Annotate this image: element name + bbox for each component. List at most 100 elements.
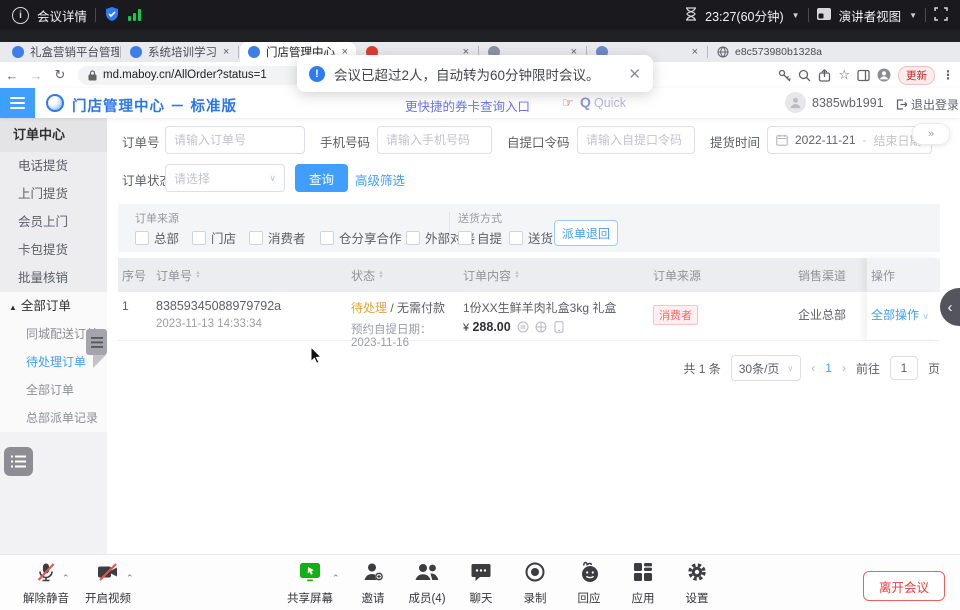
logout-icon (896, 99, 907, 110)
back-icon[interactable]: ← (0, 68, 24, 83)
share-options-caret[interactable]: ⌃ (332, 573, 340, 584)
cell-action[interactable]: 全部操作 ∨ (867, 292, 940, 340)
tab-separator (120, 46, 121, 58)
logout-button[interactable]: 退出登录 (896, 96, 959, 113)
quick-label[interactable]: Quick (594, 96, 626, 110)
user-avatar[interactable] (785, 92, 806, 113)
sort-icon[interactable]: ▲▼ (195, 271, 201, 279)
checkbox-label: 门店 (211, 228, 236, 247)
col-status[interactable]: 状态▲▼ (347, 267, 459, 284)
share-screen-button[interactable]: 共享屏幕 (282, 561, 338, 606)
chat-button[interactable]: 聊天 (453, 561, 509, 606)
mic-options-caret[interactable]: ⌃ (62, 573, 70, 584)
sidebar-group-all-orders[interactable]: ▲全部订单 (0, 292, 107, 320)
reactions-button[interactable]: 回应 (561, 561, 617, 606)
profile-icon[interactable] (877, 68, 891, 82)
toast-message: 会议已超过2人，自动转为60分钟限时会议。 (334, 64, 600, 84)
pickup-code-input[interactable] (577, 126, 695, 154)
sidebar-drag-handle[interactable] (86, 329, 107, 355)
sidebar-sub-hq-dispatch[interactable]: 总部派单记录 (0, 404, 107, 432)
timer-caret-icon[interactable]: ▼ (792, 11, 800, 20)
advanced-filter-link[interactable]: 高级筛选 (355, 170, 405, 189)
sidebar-sub-all-orders[interactable]: 全部订单 (0, 376, 107, 404)
video-options-caret[interactable]: ⌃ (126, 573, 134, 584)
col-label: 订单内容 (463, 267, 511, 284)
prev-page-icon[interactable]: ‹ (811, 361, 815, 375)
collapse-triangle-icon: ▲ (9, 303, 17, 312)
floating-list-button[interactable] (4, 447, 33, 476)
sidebar-item-door-pickup[interactable]: 上门提货 (0, 180, 107, 208)
browser-menu-icon[interactable]: ⋮ (942, 68, 954, 82)
browser-tab-1[interactable]: 礼盒营销平台管理中心 × (4, 42, 119, 62)
date-separator: - (863, 133, 867, 147)
password-key-icon[interactable] (778, 69, 791, 82)
checkbox-self-pickup[interactable]: 自提 (458, 228, 502, 247)
search-button[interactable]: 查询 (295, 164, 348, 192)
toast-close-icon[interactable]: ✕ (628, 65, 641, 83)
collapse-filters-button[interactable]: » (912, 123, 950, 145)
sort-icon[interactable]: ▲▼ (378, 271, 384, 279)
browser-tab-2[interactable]: 系统培训学习 × (122, 42, 236, 62)
order-status-select[interactable]: 请选择 ∨ (165, 164, 285, 192)
table-row[interactable]: 1 83859345088979792a 2023-11-13 14:33:34… (118, 292, 940, 341)
goto-page-input[interactable] (890, 356, 918, 380)
col-action: 操作 (867, 258, 940, 292)
invite-button[interactable]: 邀请 (345, 561, 401, 606)
order-no-input[interactable] (165, 126, 305, 154)
share-icon[interactable] (818, 69, 831, 82)
sidebar-item-batch-verify[interactable]: 批量核销 (0, 264, 107, 292)
checkbox-label: 仓分享合作 (339, 228, 402, 247)
meeting-info-icon[interactable]: i (12, 7, 29, 24)
menu-hamburger-button[interactable] (0, 88, 35, 118)
bookmark-star-icon[interactable]: ☆ (838, 67, 850, 83)
phone-input[interactable] (377, 126, 492, 154)
sidebar-item-phone-pickup[interactable]: 电话提货 (0, 152, 107, 180)
action-dropdown-label: 全部操作 (871, 308, 919, 322)
checkbox-consumer[interactable]: 消费者 (249, 228, 306, 247)
record-button[interactable]: 录制 (507, 561, 563, 606)
apps-button[interactable]: 应用 (615, 561, 671, 606)
meeting-details-label[interactable]: 会议详情 (37, 6, 87, 25)
fullscreen-icon[interactable] (934, 7, 948, 24)
checkbox-delivery[interactable]: 送货 (509, 228, 553, 247)
goto-label: 前往 (856, 360, 880, 377)
chat-icon (470, 561, 492, 586)
tab-close-icon[interactable]: × (223, 46, 229, 58)
members-icon (414, 561, 440, 586)
sidebar-section-order-center[interactable]: 订单中心 (0, 118, 107, 152)
checkbox-hq[interactable]: 总部 (135, 228, 179, 247)
sort-icon[interactable]: ▲▼ (514, 271, 520, 279)
members-button[interactable]: 成员(4) (399, 561, 455, 606)
view-caret-icon[interactable]: ▼ (909, 11, 917, 20)
chrome-update-chip[interactable]: 更新 (898, 66, 935, 85)
panel-collapse-tab[interactable]: ‹ (940, 288, 960, 326)
leave-meeting-button[interactable]: 离开会议 (863, 571, 945, 601)
dispatch-return-button[interactable]: 派单退回 (554, 220, 618, 246)
tab-title: 礼盒营销平台管理中心 (30, 44, 119, 60)
col-channel: 销售渠道 (794, 267, 867, 284)
side-panel-icon[interactable] (857, 69, 870, 82)
quick-q-label[interactable]: Q (580, 94, 591, 110)
reload-icon[interactable]: ↻ (48, 67, 72, 83)
tab-favicon (248, 46, 260, 58)
security-shield-icon[interactable] (104, 6, 120, 25)
date-range-picker[interactable]: 2022-11-21 - 结束日期 (767, 126, 932, 154)
checkbox-icon (249, 231, 263, 245)
sidebar-item-member-visit[interactable]: 会员上门 (0, 208, 107, 236)
forward-icon[interactable]: → (24, 68, 48, 83)
browser-tab-7[interactable]: e8c573980b1328a2586d2e618 × (709, 42, 822, 62)
checkbox-store[interactable]: 门店 (192, 228, 236, 247)
next-page-icon[interactable]: › (842, 361, 846, 375)
col-order-no[interactable]: 订单号▲▼ (152, 267, 347, 284)
view-mode-label[interactable]: 演讲者视图 (839, 6, 902, 25)
pickup-code-label: 自提口令码 (507, 132, 570, 151)
settings-button[interactable]: 设置 (669, 561, 725, 606)
tab-close-icon[interactable]: × (692, 46, 698, 58)
sidebar-item-card-pickup[interactable]: 卡包提货 (0, 236, 107, 264)
zoom-icon[interactable] (798, 69, 811, 82)
checkbox-warehouse-share[interactable]: 仓分享合作 (320, 228, 402, 247)
current-page[interactable]: 1 (825, 361, 832, 375)
col-content[interactable]: 订单内容▲▼ (459, 267, 649, 284)
promo-link[interactable]: 更快捷的券卡查询入口 (405, 96, 530, 115)
page-size-select[interactable]: 30条/页 ∨ (731, 355, 802, 381)
